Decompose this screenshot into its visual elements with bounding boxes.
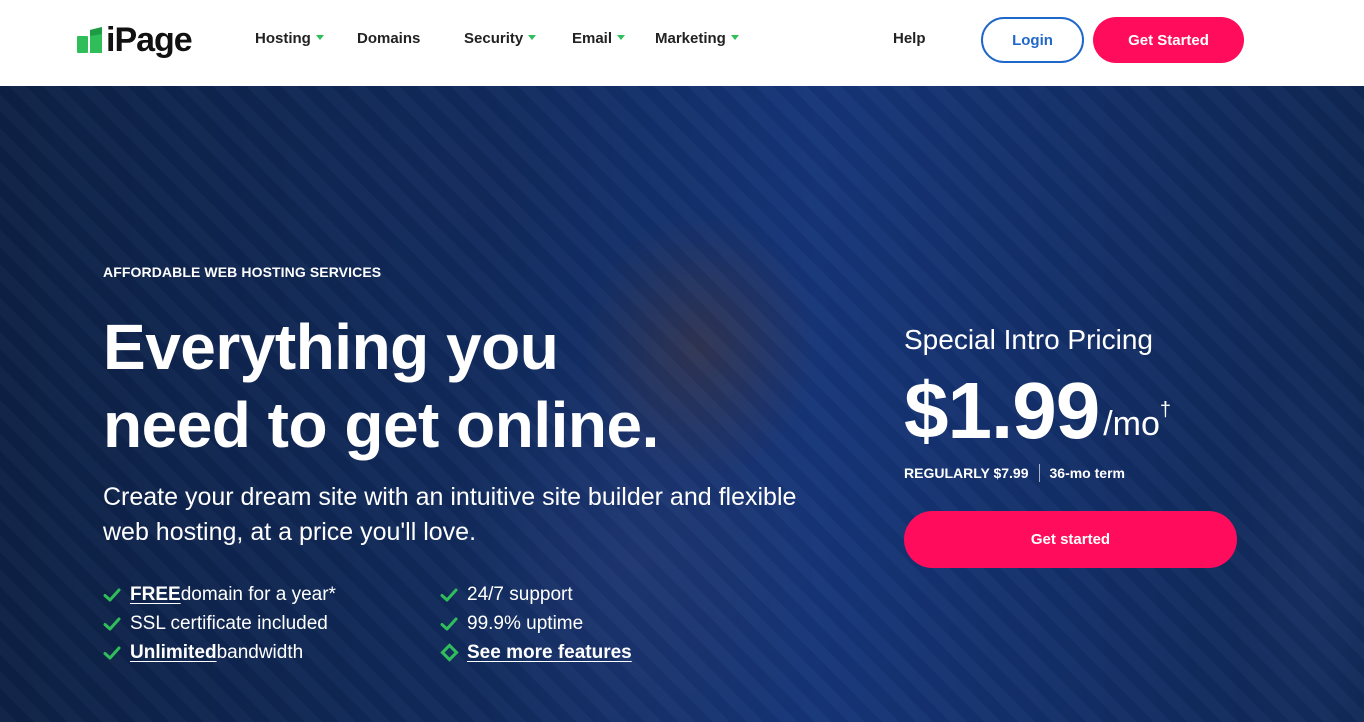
- nav-help[interactable]: Help: [893, 30, 926, 47]
- chevron-down-icon: [730, 35, 739, 40]
- chevron-down-icon: [315, 35, 324, 40]
- chevron-down-icon: [617, 35, 626, 40]
- feature-item: FREE domain for a year*: [103, 580, 336, 609]
- price-amount: $1.99: [904, 366, 1100, 455]
- check-icon: [103, 617, 121, 630]
- free-domain-link[interactable]: FREE: [130, 580, 181, 609]
- feature-text: domain for a year*: [180, 584, 336, 605]
- check-icon: [103, 646, 121, 659]
- logo-text: iPage: [106, 21, 193, 59]
- feature-text: 99.9% uptime: [467, 613, 584, 634]
- headline-line-2: need to get online.: [103, 389, 659, 461]
- price-dagger: †: [1159, 399, 1172, 421]
- login-button[interactable]: Login: [981, 17, 1084, 63]
- divider: [1038, 464, 1040, 482]
- feature-item: Unlimited bandwidth: [103, 638, 336, 667]
- check-icon: [103, 588, 121, 601]
- unlimited-bandwidth-link[interactable]: Unlimited: [130, 638, 217, 667]
- feature-list-right: 24/7 support 99.9% uptime See more featu…: [440, 580, 632, 667]
- contract-term: 36-mo term: [1049, 465, 1125, 481]
- diamond-icon: [440, 643, 459, 662]
- hero-subhead: Create your dream site with an intuitive…: [103, 483, 797, 546]
- feature-item: 99.9% uptime: [440, 609, 632, 638]
- price-display: $1.99 /mo †: [904, 371, 1171, 451]
- nav-marketing[interactable]: Marketing: [655, 30, 739, 47]
- hero-headline: Everything you need to get online.: [103, 308, 803, 464]
- nav-domains-label: Domains: [357, 30, 421, 47]
- nav-domains[interactable]: Domains: [357, 30, 420, 47]
- regular-price: REGULARLY $7.99: [904, 465, 1029, 481]
- logo-mark-icon: [77, 27, 102, 53]
- feature-list-left: FREE domain for a year* SSL certificate …: [103, 580, 336, 667]
- nav-help-label: Help: [893, 30, 926, 47]
- pricing-label: Special Intro Pricing: [904, 324, 1154, 355]
- get-started-button[interactable]: Get started: [904, 511, 1237, 568]
- nav-email[interactable]: Email: [572, 30, 626, 47]
- nav-security[interactable]: Security: [464, 30, 537, 47]
- nav-hosting[interactable]: Hosting: [255, 30, 324, 47]
- site-header: iPage Hosting Domains Security Email Mar…: [0, 0, 1364, 86]
- nav-security-label: Security: [464, 30, 524, 47]
- ipage-logo[interactable]: iPage: [77, 21, 193, 59]
- see-more-features-link[interactable]: See more features: [467, 638, 632, 667]
- check-icon: [440, 617, 458, 630]
- hero-eyebrow: AFFORDABLE WEB HOSTING SERVICES: [103, 264, 382, 280]
- check-icon: [440, 588, 458, 601]
- nav-marketing-label: Marketing: [655, 30, 726, 47]
- chevron-down-icon: [528, 35, 537, 40]
- see-more-features-row[interactable]: See more features: [440, 638, 632, 667]
- hero-section: AFFORDABLE WEB HOSTING SERVICES Everythi…: [0, 86, 1364, 722]
- get-started-header-button[interactable]: Get Started: [1093, 17, 1244, 63]
- feature-item: 24/7 support: [440, 580, 632, 609]
- feature-text: bandwidth: [216, 642, 304, 663]
- feature-item: SSL certificate included: [103, 609, 336, 638]
- feature-text: SSL certificate included: [130, 613, 328, 634]
- price-terms: REGULARLY $7.99 36-mo term: [904, 464, 1125, 482]
- price-unit: /mo: [1103, 405, 1160, 443]
- feature-text: 24/7 support: [467, 584, 573, 605]
- nav-email-label: Email: [572, 30, 613, 47]
- headline-line-1: Everything you: [103, 311, 559, 383]
- nav-hosting-label: Hosting: [255, 30, 311, 47]
